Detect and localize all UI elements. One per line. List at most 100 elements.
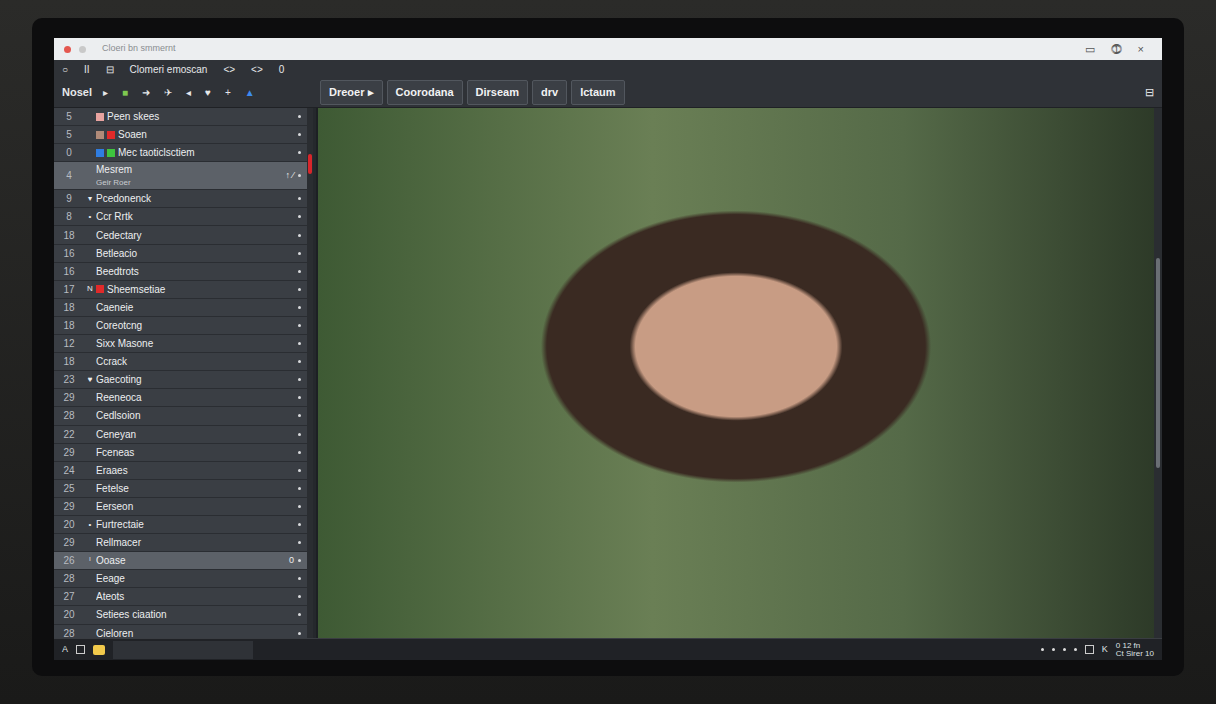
sidebar-item[interactable]: 22Ceneyan [54,426,307,444]
color-swatch [96,131,104,139]
toolbar: ○II⊟Clomeri emoscan<><>0 [54,60,1162,78]
item-label: Cedectary [96,228,290,243]
window-title: Cloeri bn smmernt [102,42,176,56]
item-title: Reeneoca [96,392,142,403]
item-marker: N [84,283,96,295]
sidebar-item[interactable]: 18Cedectary [54,226,307,244]
sidebar-item[interactable]: 16Beedtrots [54,263,307,281]
item-number: 5 [54,109,84,124]
tool-icon[interactable]: ◂ [183,85,194,100]
item-title: Eerseon [96,501,133,512]
color-swatch [96,285,104,293]
scroll-thumb[interactable] [1156,258,1160,468]
sidebar-item[interactable]: 5 Peen skees [54,108,307,126]
sidebar-item[interactable]: 0Mec taoticlsctiem [54,144,307,162]
sidebar-item[interactable]: 9▾Pcedonenck [54,190,307,208]
tool-icon[interactable]: + [222,85,234,100]
sidebar-item[interactable]: 23♥Gaecoting [54,371,307,389]
sidebar-item[interactable]: 24 Eraaes [54,462,307,480]
tab[interactable]: Dirseam [467,80,528,105]
min-dot-icon[interactable] [79,46,86,53]
toolbar-icon[interactable]: ○ [62,62,68,77]
row-dot [298,215,301,218]
tray-icon[interactable]: K [1102,643,1108,657]
sidebar-item[interactable]: 5Soaen [54,126,307,144]
sidebar-item[interactable]: 18Coreotcng [54,317,307,335]
sidebar-item[interactable]: 25Fetelse [54,480,307,498]
item-title: Eraaes [96,465,128,476]
sidebar-item[interactable]: 28Eeage [54,570,307,588]
tray-box-icon[interactable] [1085,645,1094,654]
tool-icon[interactable]: ▸ [100,85,111,100]
tray: K0 12 fnCt Sirer 10 [1041,642,1154,658]
toolbar-icon[interactable]: ⊟ [106,62,114,77]
item-number: 20 [54,517,84,532]
tool-icon[interactable]: ■ [119,85,131,100]
sidebar-item[interactable]: 29Eerseon [54,498,307,516]
tool-icon[interactable]: ✈ [161,85,175,100]
item-title: Sheemsetiae [107,284,165,295]
row-dot [298,252,301,255]
tab[interactable]: Dreoer ▸ [320,80,383,105]
photo-preview [316,108,1154,638]
window-icon[interactable] [76,645,85,654]
item-label: Rellmacer [96,535,290,550]
row-dot [298,433,301,436]
window-control-icon[interactable]: × [1130,41,1152,58]
sidebar-item[interactable]: 12Sixx Masone [54,335,307,353]
nav-icon[interactable]: <> [251,62,263,77]
item-number: 20 [54,607,84,622]
sidebar-item[interactable]: 28Cedlsoion [54,407,307,425]
sidebar-item[interactable]: 29Rellmacer [54,534,307,552]
tab[interactable]: Coorodana [387,80,463,105]
sidebar-item[interactable]: 8•Ccr Rrtk [54,208,307,226]
tool-icon[interactable]: ♥ [202,85,214,100]
item-number: 9 [54,191,84,206]
sidebar-item[interactable]: 27Ateots [54,588,307,606]
sidebar-item[interactable]: 26ᴵOoase0 [54,552,307,570]
item-title: Beedtrots [96,266,139,277]
item-number: 22 [54,427,84,442]
sidebar-item[interactable]: 29 Fceneas [54,444,307,462]
nav-icon[interactable]: <> [223,62,235,77]
item-number: 29 [54,445,84,460]
tab[interactable]: Ictaum [571,80,624,105]
start-button[interactable]: A [62,643,68,657]
sidebar-item[interactable]: 28Cieloren [54,625,307,638]
tool-icon[interactable]: ▲ [242,85,258,100]
close-dot-icon[interactable] [64,46,71,53]
preview-scrollbar[interactable] [1154,108,1162,638]
sidebar-item[interactable]: 16Betleacio [54,245,307,263]
screen: Cloeri bn smmernt▭⓵×○II⊟Clomeri emoscan<… [54,38,1162,660]
item-label: Ooase [96,553,285,568]
row-dot [298,451,301,454]
item-label: Pcedonenck [96,191,290,206]
sidebar-item[interactable]: 18Ccrack [54,353,307,371]
item-number: 24 [54,463,84,478]
sidebar-item[interactable]: 29Reeneoca [54,389,307,407]
scroll-thumb[interactable] [308,154,312,174]
window-control-icon[interactable]: ▭ [1077,41,1103,58]
item-title: Cedectary [96,230,142,241]
item-title: Peen skees [107,111,159,122]
sidebar-scrollbar[interactable] [307,108,313,638]
item-label: Fceneas [96,445,290,460]
panel-icon[interactable]: ⊟ [1145,84,1154,101]
toolbar-icon[interactable]: II [84,62,90,77]
tray-dot [1063,648,1066,651]
monitor-bezel: Cloeri bn smmernt▭⓵×○II⊟Clomeri emoscan<… [32,18,1184,676]
sidebar-item[interactable]: 4MesremGeir Roer↑ ⁄ [54,162,307,190]
item-title: Setiees ciaation [96,609,167,620]
sidebar-item[interactable]: 20•Furtrectaie [54,516,307,534]
item-label: MesremGeir Roer [96,162,281,189]
folder-icon[interactable] [93,645,105,655]
item-number: 28 [54,571,84,586]
sidebar-item[interactable]: 18Caeneie [54,299,307,317]
sidebar-item[interactable]: 20 Setiees ciaation [54,606,307,624]
tool-icon[interactable]: ➜ [139,85,153,100]
row-dot [298,487,301,490]
tab[interactable]: drv [532,80,567,105]
item-title: Fetelse [96,483,129,494]
sidebar-item[interactable]: 17NSheemsetiae [54,281,307,299]
window-control-icon[interactable]: ⓵ [1103,41,1130,58]
